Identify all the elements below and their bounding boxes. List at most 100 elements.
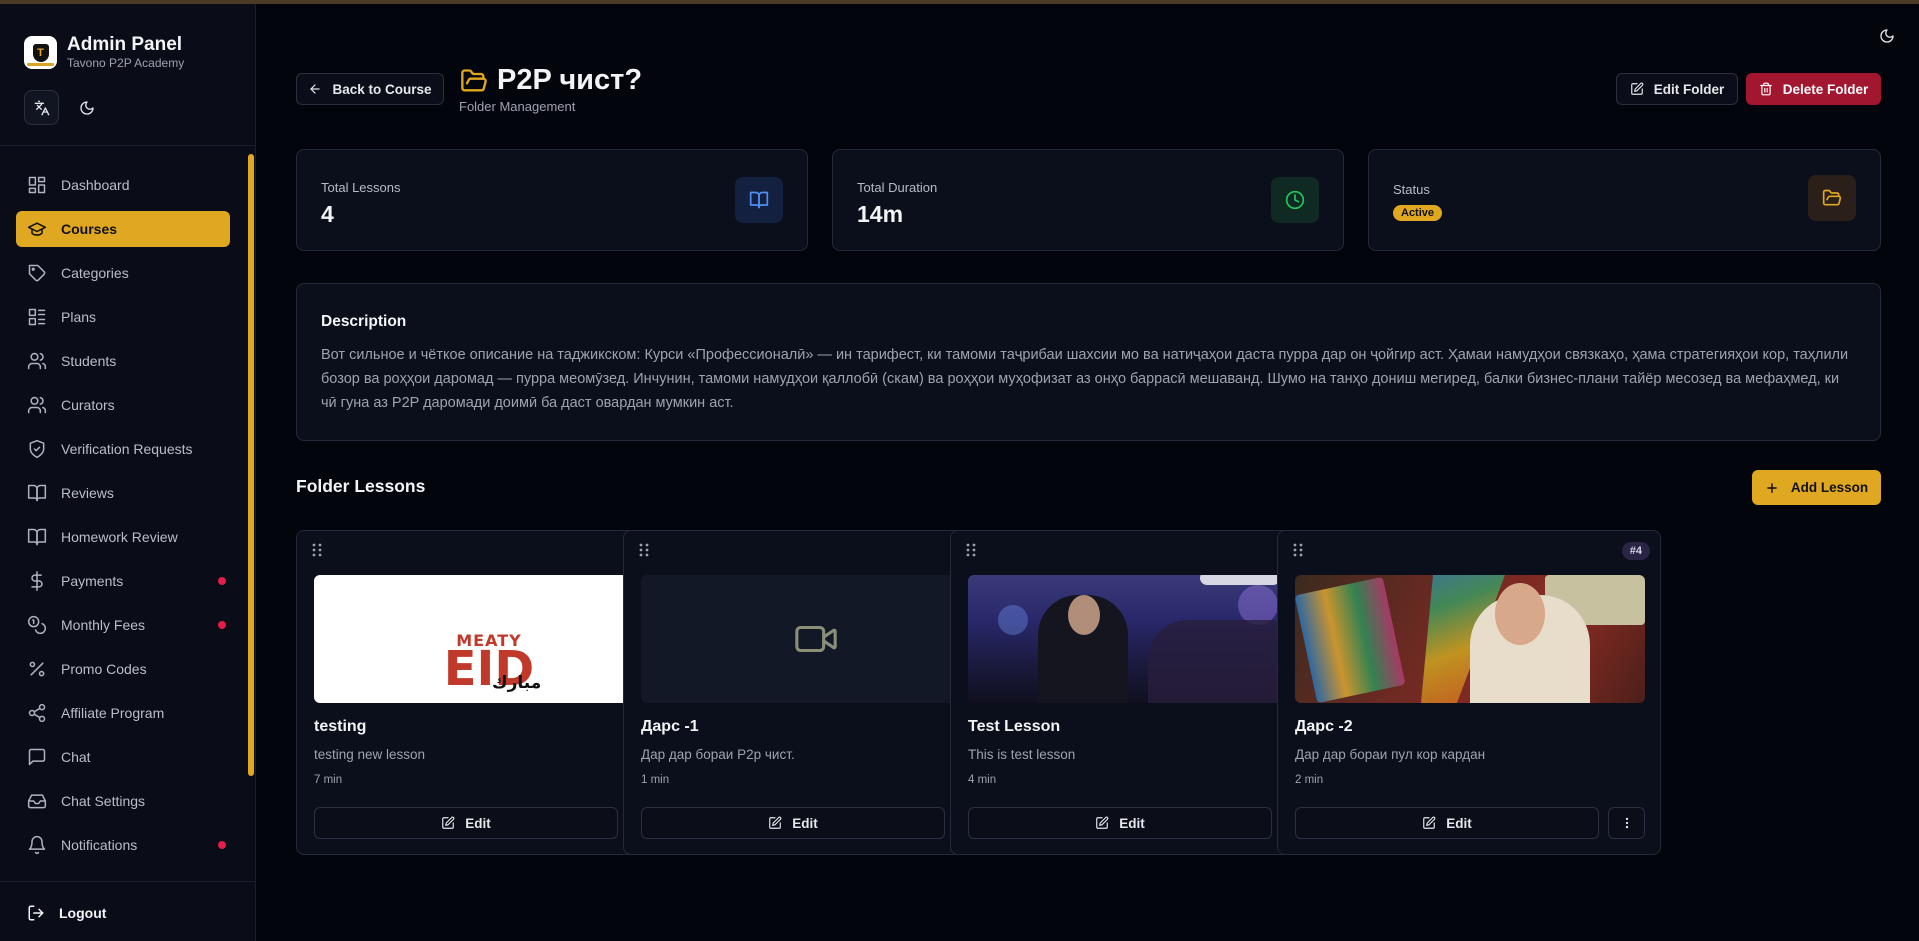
sidebar-item-courses[interactable]: Courses	[16, 211, 230, 247]
brand-subtitle: Tavono P2P Academy	[67, 56, 185, 70]
brand-title: Admin Panel	[67, 34, 183, 55]
arrow-left-icon	[310, 84, 321, 94]
lesson-edit-button[interactable]: Edit	[968, 807, 1272, 839]
coins-icon	[27, 615, 47, 635]
total-lessons-value: 4	[321, 201, 334, 227]
users-icon	[27, 351, 47, 371]
lesson-card[interactable]: #4 Дарс -2 Дар дар бораи пул кор кардан …	[1277, 530, 1661, 855]
sidebar-item-verification-requests[interactable]: Verification Requests	[16, 431, 230, 467]
folder-open-icon	[1808, 175, 1856, 221]
lesson-edit-label: Edit	[1446, 815, 1472, 831]
edit-icon	[1423, 816, 1436, 829]
sidebar-item-label: Chat Settings	[61, 793, 146, 809]
sidebar-item-students[interactable]: Students	[16, 343, 230, 379]
edit-folder-label: Edit Folder	[1653, 81, 1725, 97]
list-icon	[27, 307, 47, 327]
sidebar-item-monthly-fees[interactable]: Monthly Fees	[16, 607, 230, 643]
lesson-duration: 2 min	[1295, 774, 1324, 786]
total-duration-label: Total Duration	[857, 180, 938, 195]
more-options-button[interactable]	[1608, 807, 1645, 839]
status-badge: Active	[1393, 205, 1443, 221]
lesson-duration: 1 min	[641, 774, 670, 786]
lesson-title: Test Lesson	[968, 718, 1061, 735]
lesson-edit-label: Edit	[792, 815, 818, 831]
lesson-thumbnail: MEATY EID مبارك	[314, 575, 664, 703]
lesson-title: testing	[314, 718, 367, 735]
sidebar-divider-bottom	[0, 881, 255, 882]
sidebar-item-affiliate-program[interactable]: Affiliate Program	[16, 695, 230, 731]
sidebar-item-label: Students	[61, 353, 117, 369]
trash-icon	[1759, 82, 1772, 96]
plus-icon	[1767, 482, 1777, 493]
notification-dot	[218, 577, 226, 585]
lesson-number-badge: #4	[1621, 542, 1650, 560]
sidebar-item-label: Monthly Fees	[61, 617, 146, 633]
moon-icon	[1880, 29, 1894, 43]
total-duration-value: 14m	[857, 201, 904, 227]
tag-icon	[27, 263, 47, 283]
brand[interactable]: T Admin Panel Tavono P2P Academy	[24, 34, 184, 71]
drag-handle-icon[interactable]	[965, 543, 977, 562]
lesson-thumbnail	[1295, 575, 1645, 703]
sidebar-item-payments[interactable]: Payments	[16, 563, 230, 599]
description-title: Description	[321, 313, 407, 330]
theme-toggle-sidebar[interactable]	[69, 90, 104, 125]
edit-icon	[769, 816, 782, 829]
sidebar-item-curators[interactable]: Curators	[16, 387, 230, 423]
lesson-edit-button[interactable]: Edit	[641, 807, 945, 839]
total-lessons-card: Total Lessons 4	[296, 149, 808, 251]
sidebar-item-label: Homework Review	[61, 529, 178, 545]
sidebar-item-label: Payments	[61, 573, 124, 589]
sidebar-item-label: Notifications	[61, 837, 138, 853]
translate-icon	[34, 100, 49, 115]
edit-folder-button[interactable]: Edit Folder	[1616, 73, 1738, 105]
back-label: Back to Course	[332, 81, 432, 97]
book-open-icon	[27, 527, 47, 547]
total-duration-card: Total Duration 14m	[832, 149, 1344, 251]
language-button[interactable]	[24, 90, 59, 125]
sidebar-item-homework-review[interactable]: Homework Review	[16, 519, 230, 555]
sidebar-item-dashboard[interactable]: Dashboard	[16, 167, 230, 203]
edit-icon	[1630, 82, 1644, 95]
video-icon	[795, 625, 837, 653]
lesson-duration: 4 min	[968, 774, 997, 786]
sidebar-item-promo-codes[interactable]: Promo Codes	[16, 651, 230, 687]
page-title: P2P чист?	[497, 64, 643, 96]
status-card: Status Active	[1368, 149, 1881, 251]
logout-button[interactable]: Logout	[27, 904, 106, 922]
graduation-cap-icon	[27, 219, 47, 239]
total-lessons-label: Total Lessons	[321, 180, 401, 195]
lesson-thumbnail	[641, 575, 991, 703]
folder-open-icon	[461, 68, 487, 92]
sidebar-item-label: Reviews	[61, 485, 114, 501]
lesson-edit-button[interactable]: Edit	[314, 807, 618, 839]
lesson-description: This is test lesson	[968, 747, 1076, 762]
logout-label: Logout	[59, 905, 107, 921]
sidebar-scrollbar[interactable]	[248, 154, 254, 776]
lesson-edit-label: Edit	[465, 815, 491, 831]
lesson-edit-button[interactable]: Edit	[1295, 807, 1599, 839]
sidebar-item-categories[interactable]: Categories	[16, 255, 230, 291]
sidebar-item-reviews[interactable]: Reviews	[16, 475, 230, 511]
share-icon	[27, 703, 47, 723]
theme-toggle[interactable]	[1879, 28, 1895, 49]
back-to-course-button[interactable]: Back to Course	[296, 73, 444, 105]
lesson-title: Дарс -2	[1295, 718, 1353, 735]
moon-icon	[79, 100, 94, 115]
sidebar-item-notifications[interactable]: Notifications	[16, 827, 230, 863]
drag-handle-icon[interactable]	[311, 543, 323, 562]
sidebar-item-chat-settings[interactable]: Chat Settings	[16, 783, 230, 819]
sidebar-item-label: Curators	[61, 397, 115, 413]
lesson-description: testing new lesson	[314, 747, 426, 762]
sidebar-item-chat[interactable]: Chat	[16, 739, 230, 775]
drag-handle-icon[interactable]	[638, 543, 650, 562]
sidebar-item-plans[interactable]: Plans	[16, 299, 230, 335]
add-lesson-button[interactable]: Add Lesson	[1752, 470, 1881, 505]
folder-lessons-title: Folder Lessons	[296, 476, 426, 496]
lesson-description: Дар дар бораи пул кор кардан	[1295, 747, 1486, 762]
edit-icon	[442, 816, 455, 829]
delete-folder-button[interactable]: Delete Folder	[1746, 73, 1881, 105]
percent-icon	[27, 659, 47, 679]
lesson-duration: 7 min	[314, 774, 343, 786]
drag-handle-icon[interactable]	[1292, 543, 1304, 562]
